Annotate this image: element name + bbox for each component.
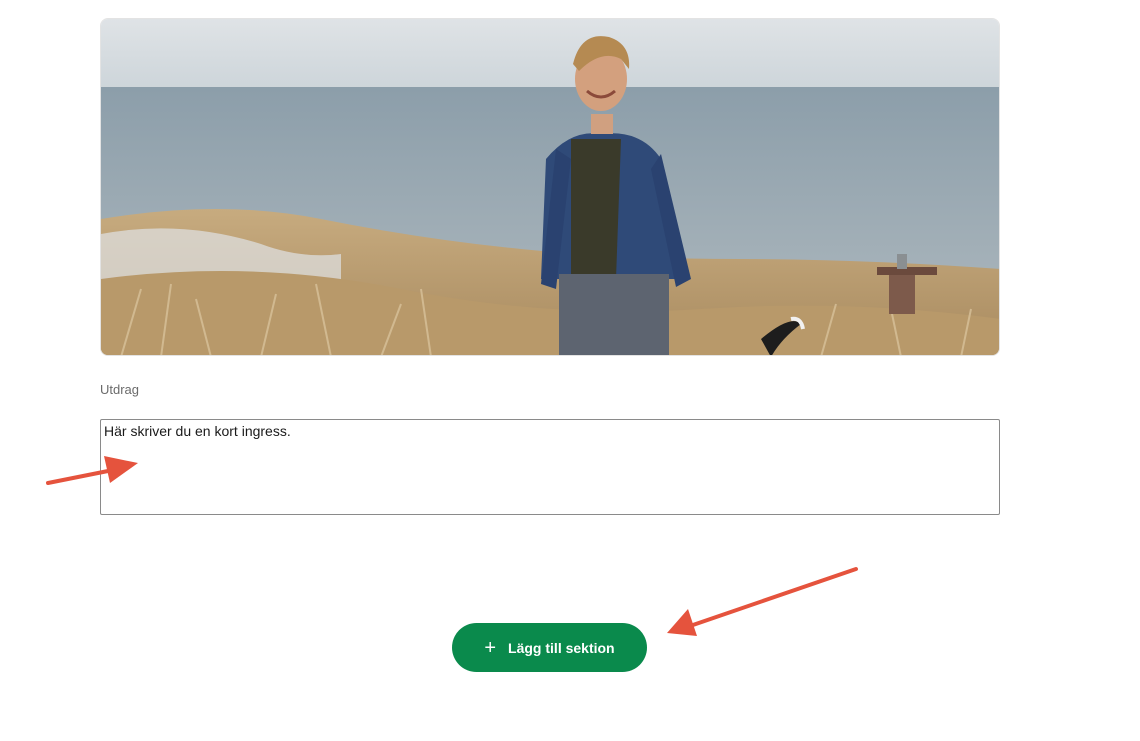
- add-section-button[interactable]: + Lägg till sektion: [452, 623, 647, 672]
- add-section-label: Lägg till sektion: [508, 639, 615, 656]
- excerpt-label: Utdrag: [100, 382, 140, 397]
- hero-image[interactable]: [100, 18, 1000, 356]
- plus-icon: +: [484, 636, 497, 659]
- excerpt-textarea[interactable]: [100, 419, 1000, 515]
- hero-photo: [101, 19, 999, 355]
- arrow-to-button-icon: [667, 567, 858, 636]
- editor-page: Utdrag + Lägg till sektion: [0, 0, 1140, 741]
